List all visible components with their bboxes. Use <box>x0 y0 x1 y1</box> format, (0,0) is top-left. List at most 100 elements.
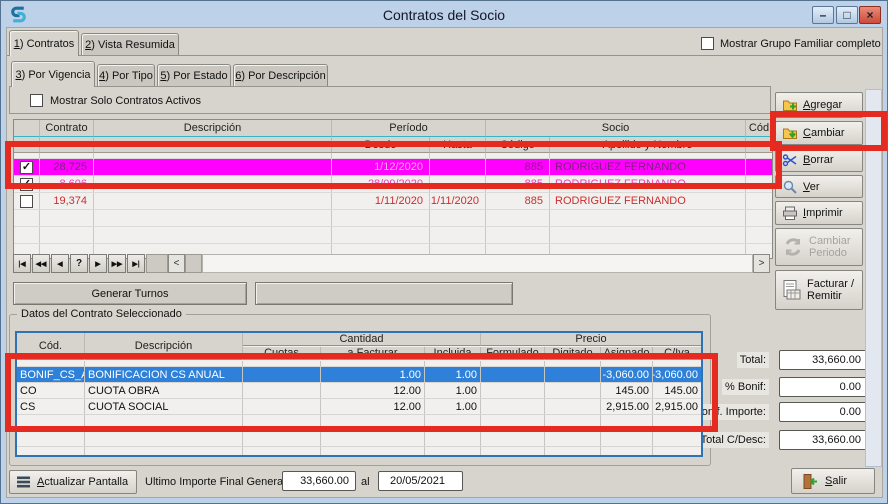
minimize-button[interactable]: – <box>812 6 834 24</box>
detail-subheader-formulado: Formulado <box>481 347 545 360</box>
magnifier-icon <box>782 179 798 195</box>
window: Contratos del Socio – □ × 1) Contratos 2… <box>0 0 888 504</box>
folder-arrow-icon <box>782 125 798 141</box>
cell-descripcion <box>94 193 332 209</box>
filter-panel: Mostrar Solo Contratos Activos <box>9 86 771 114</box>
tab-por-tipo[interactable]: 4) Por Tipo <box>97 64 155 87</box>
cell-digitado <box>545 399 601 414</box>
printer-icon <box>782 205 798 221</box>
table-row-contract-3[interactable]: 19,374 1/11/2020 1/11/2020 885 RODRIGUEZ… <box>14 193 772 210</box>
bonif-pct-field[interactable]: 0.00 <box>779 377 867 397</box>
imprimir-button[interactable]: Imprimir <box>775 201 863 225</box>
cell-codigo: 885 <box>486 176 550 192</box>
nav-first-button[interactable]: |◀ <box>13 254 31 273</box>
agregar-button[interactable]: Agregar <box>775 92 863 118</box>
nav-back-button[interactable]: ◀ <box>51 254 69 273</box>
contracts-rows: ✓ 28,725 1/12/2020 885 RODRIGUEZ FERNAND… <box>14 153 772 259</box>
bonif-importe-field[interactable]: 0.00 <box>779 402 867 422</box>
datos-contrato-group-title: Datos del Contrato Seleccionado <box>17 308 186 320</box>
total-cdesc-field[interactable]: 33,660.00 <box>779 430 867 450</box>
row-checkbox[interactable]: ✓ <box>20 178 33 191</box>
cell-nombre: RODRIGUEZ FERNANDO <box>550 159 746 175</box>
cell-nombre: RODRIGUEZ FERNANDO <box>550 176 746 192</box>
contracts-table: Contrato Descripción Período Socio Cód D… <box>13 119 773 259</box>
bonif-pct-label: % Bonif: <box>722 379 769 395</box>
cell-cuotas <box>243 383 321 398</box>
detail-row-cuota-social[interactable]: CS CUOTA SOCIAL 12.00 1.00 2,915.00 2,91… <box>17 399 701 415</box>
row-checkbox[interactable] <box>20 195 33 208</box>
checkbox-contratos-activos-label: Mostrar Solo Contratos Activos <box>50 95 201 107</box>
cell-hasta <box>430 176 486 192</box>
scissors-icon <box>782 152 798 168</box>
actualizar-pantalla-button[interactable]: Actualizar Pantalla <box>9 470 137 494</box>
header-blank <box>14 120 40 137</box>
nav-fast-back-button[interactable]: ◀◀ <box>32 254 50 273</box>
hscroll-right-button[interactable]: > <box>753 254 770 273</box>
tab-contratos[interactable]: 1) Contratos <box>9 30 79 56</box>
nav-forward-button[interactable]: ▶ <box>89 254 107 273</box>
detail-row-empty <box>17 415 701 431</box>
fecha-field[interactable]: 20/05/2021 <box>378 471 463 491</box>
detail-row-cuota-obra[interactable]: CO CUOTA OBRA 12.00 1.00 145.00 145.00 <box>17 383 701 399</box>
cell-incluida: 1.00 <box>425 367 481 382</box>
detail-subheader-digitado: Digitado <box>545 347 601 360</box>
tab-vista-resumida[interactable]: 2) Vista Resumida <box>81 33 179 56</box>
refresh-icon <box>782 236 804 258</box>
hscroll-thumb[interactable] <box>185 254 202 273</box>
tab-por-descripcion[interactable]: 6) Por Descripción <box>233 64 328 87</box>
cambiar-periodo-button[interactable]: CambiarPeriodo <box>775 228 863 266</box>
close-button[interactable]: × <box>859 6 881 24</box>
total-field[interactable]: 33,660.00 <box>779 350 867 370</box>
cambiar-button[interactable]: Cambiar <box>775 121 863 145</box>
facturar-remitir-button[interactable]: Facturar /Remitir <box>775 270 863 310</box>
checkbox-grupo-familiar[interactable] <box>701 37 714 50</box>
cell-a-facturar: 1.00 <box>321 367 425 382</box>
table-row-contract-2[interactable]: ✓ 8,606 28/09/2020 885 RODRIGUEZ FERNAND… <box>14 176 772 193</box>
cell-incluida: 1.00 <box>425 383 481 398</box>
header-descripcion: Descripción <box>94 120 332 137</box>
hscroll-left-button[interactable]: < <box>168 254 185 273</box>
hscroll-track[interactable] <box>202 254 753 273</box>
subheader-blank <box>14 137 40 153</box>
cell-formulado <box>481 383 545 398</box>
detail-subheader-cuotas: Cuotas <box>243 347 321 360</box>
total-cdesc-label: Total C/Desc: <box>698 432 769 448</box>
cell-digitado <box>545 367 601 382</box>
detail-row-empty <box>17 431 701 447</box>
row-checkbox[interactable]: ✓ <box>20 161 33 174</box>
detail-subheader-c-iva: C/Iva <box>653 347 701 360</box>
blank-button[interactable] <box>255 282 513 305</box>
detail-row-bonificacion[interactable]: BONIF_CS_ANUA BONIFICACION CS ANUAL 1.00… <box>17 367 701 383</box>
titlebar: Contratos del Socio – □ × <box>2 2 886 27</box>
cell-desde: 1/11/2020 <box>332 193 430 209</box>
detail-header-descripcion: Descripción <box>85 333 243 360</box>
subheader-apellido: Apellido y Nombre <box>550 137 746 153</box>
maximize-button[interactable]: □ <box>836 6 858 24</box>
detail-subheader-asignado: Asignado <box>601 347 653 360</box>
checkbox-contratos-activos[interactable] <box>30 94 43 107</box>
cell-incluida: 1.00 <box>425 399 481 414</box>
detail-subheader-a-facturar: a Facturar <box>321 347 425 360</box>
nav-fast-forward-button[interactable]: ▶▶ <box>108 254 126 273</box>
ultimo-importe-field[interactable]: 33,660.00 <box>282 471 356 491</box>
nav-search-button[interactable]: ? <box>70 254 88 273</box>
subheader-hasta: Hasta <box>430 137 486 153</box>
cell-formulado <box>481 399 545 414</box>
ver-button[interactable]: Ver <box>775 175 863 198</box>
subheader-blank <box>746 137 772 153</box>
subheader-codigo: Código <box>486 137 550 153</box>
cell-a-facturar: 12.00 <box>321 399 425 414</box>
salir-button[interactable]: Salir <box>791 468 875 494</box>
right-scrollbar-strip[interactable] <box>865 89 882 467</box>
subheader-blank <box>94 137 332 153</box>
nav-last-button[interactable]: ▶| <box>127 254 145 273</box>
header-periodo: Período <box>332 120 486 137</box>
folder-plus-icon <box>782 97 798 113</box>
tab-por-estado[interactable]: 5) Por Estado <box>157 64 231 87</box>
generar-turnos-button[interactable]: Generar Turnos <box>13 282 247 305</box>
borrar-button[interactable]: Borrar <box>775 148 863 172</box>
cell-formulado <box>481 367 545 382</box>
table-row-contract-1[interactable]: ✓ 28,725 1/12/2020 885 RODRIGUEZ FERNAND… <box>14 159 772 176</box>
ultimo-importe-label: Ultimo Importe Final Generado: <box>145 476 298 488</box>
tab-por-vigencia[interactable]: 3) Por Vigencia <box>11 61 95 87</box>
